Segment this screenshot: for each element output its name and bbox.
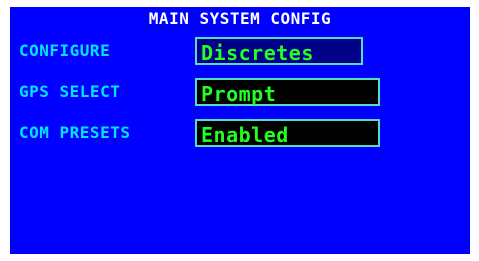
gps-select-label: GPS SELECT [19, 82, 121, 101]
config-row-configure: CONFIGURE Discretes [10, 37, 470, 67]
com-presets-field[interactable]: Enabled [195, 119, 380, 147]
config-row-com-presets: COM PRESETS Enabled [10, 119, 470, 149]
config-row-gps-select: GPS SELECT Prompt [10, 78, 470, 108]
com-presets-label: COM PRESETS [19, 123, 131, 142]
configure-field[interactable]: Discretes [195, 37, 363, 65]
config-screen: MAIN SYSTEM CONFIG CONFIGURE Discretes G… [10, 7, 470, 254]
configure-label: CONFIGURE [19, 41, 111, 60]
gps-select-field[interactable]: Prompt [195, 78, 380, 106]
page-title: MAIN SYSTEM CONFIG [148, 9, 332, 28]
